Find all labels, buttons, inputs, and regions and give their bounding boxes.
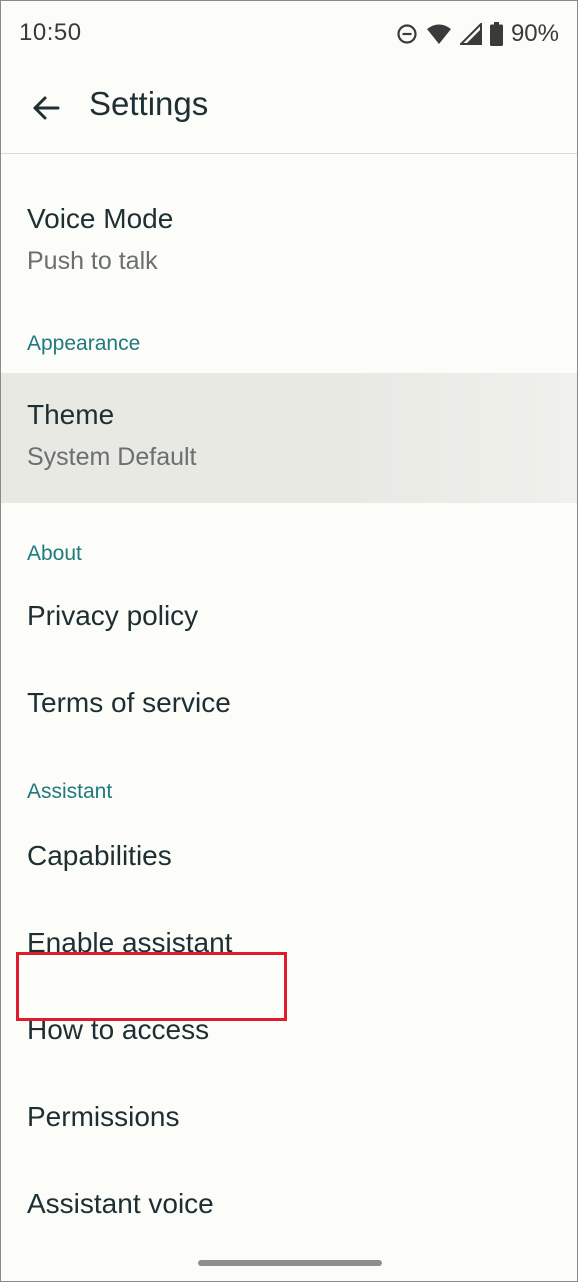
back-button[interactable] xyxy=(23,85,69,131)
settings-list[interactable]: Mike Voice Mode Push to talk Appearance … xyxy=(1,153,577,1245)
screen: 10:50 90% Settings Voice Mode Push to ta… xyxy=(0,0,578,1282)
theme-title: Theme xyxy=(27,399,115,430)
terms-of-service-title: Terms of service xyxy=(27,687,231,718)
status-icons: 90% xyxy=(396,19,559,49)
signal-icon xyxy=(459,23,482,45)
voice-mode-title: Voice Mode xyxy=(27,203,174,234)
privacy-policy-title: Privacy policy xyxy=(27,600,199,631)
assistant-voice-title: Assistant voice xyxy=(27,1188,214,1219)
settings-item-enable-assistant[interactable]: Enable assistant xyxy=(1,905,577,992)
navigation-bar xyxy=(1,1245,577,1281)
wifi-icon xyxy=(426,23,452,45)
capabilities-title: Capabilities xyxy=(27,840,172,871)
battery-icon xyxy=(489,22,503,46)
settings-item-how-to-access[interactable]: How to access xyxy=(1,992,577,1079)
battery-percentage: 90% xyxy=(510,20,559,47)
section-header-assistant: Assistant xyxy=(27,780,113,803)
voice-mode-summary: Push to talk xyxy=(27,247,158,275)
settings-item-terms-of-service[interactable]: Terms of service xyxy=(1,660,577,747)
settings-item-permissions[interactable]: Permissions xyxy=(1,1079,577,1166)
gesture-handle[interactable] xyxy=(198,1260,382,1266)
settings-item-privacy-policy[interactable]: Privacy policy xyxy=(1,573,577,660)
status-bar: 10:50 90% xyxy=(1,1,577,65)
app-bar: Settings xyxy=(1,65,577,154)
permissions-title: Permissions xyxy=(27,1101,180,1132)
section-header-about: About xyxy=(27,542,82,565)
settings-item-user[interactable]: Mike xyxy=(1,153,577,165)
enable-assistant-title: Enable assistant xyxy=(27,927,233,958)
settings-item-assistant-voice[interactable]: Assistant voice xyxy=(1,1166,577,1245)
status-time: 10:50 xyxy=(19,19,82,46)
do-not-disturb-icon xyxy=(396,23,418,45)
page-title: Settings xyxy=(89,85,209,122)
arrow-left-icon xyxy=(33,96,60,120)
section-header-appearance: Appearance xyxy=(27,332,141,355)
settings-item-voice-mode[interactable]: Voice Mode Push to talk xyxy=(1,165,577,315)
settings-item-capabilities[interactable]: Capabilities xyxy=(1,818,577,905)
user-name-summary: Mike xyxy=(27,153,577,161)
settings-item-theme[interactable]: Theme System Default xyxy=(1,373,577,503)
how-to-access-title: How to access xyxy=(27,1014,210,1045)
theme-summary: System Default xyxy=(27,443,197,471)
